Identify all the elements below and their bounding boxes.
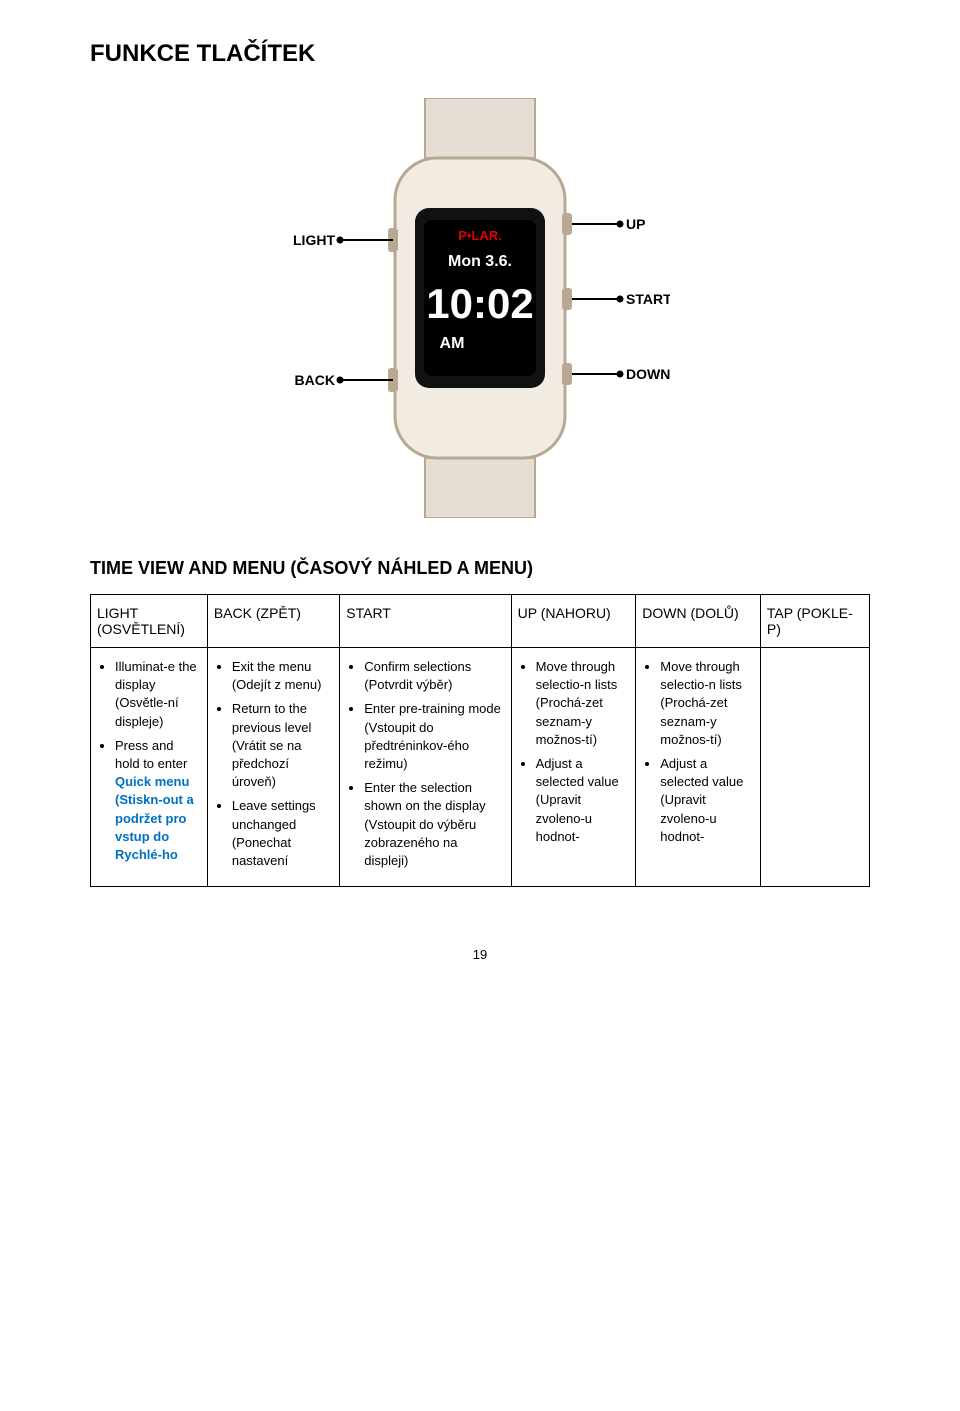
th-light: LIGHT (OSVĚTLENÍ) — [91, 595, 208, 648]
list-item: Enter pre-training mode (Vstoupit do pře… — [364, 700, 504, 773]
label-start: START — [626, 291, 670, 307]
cell-up: Move through selectio-n lists (Prochá-ze… — [511, 648, 636, 887]
th-up: UP (NAHORU) — [511, 595, 636, 648]
th-start: START — [340, 595, 511, 648]
list-item: Enter the selection shown on the display… — [364, 779, 504, 870]
list-item: Return to the previous level (Vrátit se … — [232, 700, 333, 791]
cell-start: Confirm selections (Potvrdit výběr) Ente… — [340, 648, 511, 887]
watch-ampm: AM — [440, 335, 465, 352]
label-back: BACK — [295, 372, 335, 388]
label-up: UP — [626, 216, 645, 232]
table-header-row: LIGHT (OSVĚTLENÍ) BACK (ZPĚT) START UP (… — [91, 595, 870, 648]
list-item: Move through selectio-n lists (Prochá-ze… — [660, 658, 754, 749]
page-number: 19 — [90, 947, 870, 962]
list-item: Adjust a selected value (Upravit zvoleno… — [660, 755, 754, 846]
label-down: DOWN — [626, 366, 670, 382]
list-item: Confirm selections (Potvrdit výběr) — [364, 658, 504, 694]
cell-light: Illuminat-e the display (Osvětle-ní disp… — [91, 648, 208, 887]
cell-tap — [760, 648, 869, 887]
watch-day: Mon 3.6. — [448, 253, 512, 270]
list-item: Adjust a selected value (Upravit zvoleno… — [536, 755, 630, 846]
page-heading: FUNKCE TLAČÍTEK — [90, 40, 870, 68]
th-tap: TAP (POKLE-P) — [760, 595, 869, 648]
list-item: Move through selectio-n lists (Prochá-ze… — [536, 658, 630, 749]
button-functions-table: LIGHT (OSVĚTLENÍ) BACK (ZPĚT) START UP (… — [90, 594, 870, 887]
table-row: Illuminat-e the display (Osvětle-ní disp… — [91, 648, 870, 887]
text: Press and hold to enter — [115, 738, 187, 771]
text: Illuminat-e the display (Osvětle-ní disp… — [115, 659, 197, 729]
text-quickmenu: Quick menu (Stiskn-out a podržet pro vst… — [115, 774, 194, 862]
cell-down: Move through selectio-n lists (Prochá-ze… — [636, 648, 761, 887]
list-item: Exit the menu (Odejít z menu) — [232, 658, 333, 694]
th-back: BACK (ZPĚT) — [207, 595, 339, 648]
section-title: TIME VIEW AND MENU (ČASOVÝ NÁHLED A MENU… — [90, 558, 870, 579]
watch-diagram: P•LAR. Mon 3.6. 10:02 AM LIGHT BACK UP S… — [90, 98, 870, 518]
label-light: LIGHT — [293, 232, 335, 248]
watch-brand: P•LAR. — [458, 228, 502, 243]
cell-back: Exit the menu (Odejít z menu) Return to … — [207, 648, 339, 887]
watch-time: 10:02 — [426, 280, 533, 327]
th-down: DOWN (DOLŮ) — [636, 595, 761, 648]
list-item: Leave settings unchanged (Ponechat nasta… — [232, 797, 333, 870]
